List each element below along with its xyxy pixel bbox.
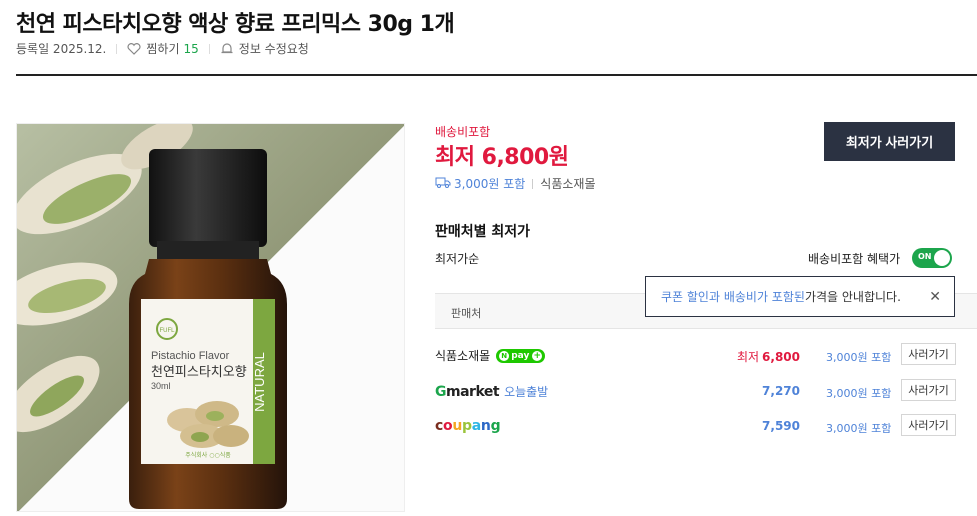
label-side-text: NATURAL (252, 352, 267, 412)
seller-price: 최저 6,800 (737, 348, 800, 365)
label-maker: 주식회사 ○○식품 (185, 451, 231, 459)
coupang-logo: coupang (435, 418, 501, 434)
shipping-benefit-label: 배송비포함 혜택가 (808, 252, 901, 266)
price-value: 7,270 (762, 384, 800, 398)
label-brand: FUFL (160, 328, 176, 334)
sellers-section-title: 판매처별 최저가 (435, 224, 531, 240)
lowest-tag: 최저 (736, 350, 760, 364)
seller-row[interactable]: coupang coupang 7,590 3,000원 포함 사러가기 (435, 414, 977, 440)
product-image: NATURAL FUFL Pistachio Flavor 천연피스타치오향 3… (16, 123, 405, 512)
gmarket-logo: Gmarket (435, 383, 500, 400)
seller-column-header: 판매처 (451, 307, 482, 320)
seller-row[interactable]: Gmarket 오늘출발 7,270 3,000원 포함 사러가기 (435, 379, 977, 405)
npay-text: pay (511, 350, 530, 361)
toggle-state: ON (918, 252, 932, 261)
tooltip-text: 가격을 안내합니다. (804, 290, 901, 304)
go-buy-button[interactable]: 사러가기 (901, 414, 956, 436)
mall-name[interactable]: 식품소재몰 (540, 175, 595, 192)
bell-icon[interactable] (220, 42, 234, 55)
registered-date: 등록일 2025.12. (16, 42, 107, 56)
label-flavor-en: Pistachio Flavor (151, 350, 230, 362)
header-divider (16, 74, 977, 76)
label-volume: 30ml (151, 381, 171, 391)
lowest-price: 최저 6,800원 (435, 145, 569, 170)
delivery-tag: 오늘출발 (504, 385, 549, 399)
sort-lowest[interactable]: 최저가순 (435, 250, 479, 267)
product-title: 천연 피스타치오향 액상 향료 프리믹스 30g 1개 (16, 12, 455, 37)
gmarket-g: G (435, 383, 447, 400)
close-icon[interactable]: ✕ (929, 289, 941, 305)
shipping-included-note: 배송비포함 (435, 125, 491, 139)
wish-count: 15 (183, 41, 199, 56)
seller-row[interactable]: 식품소재몰 Npay + 최저 6,800 3,000원 포함 사러가기 (435, 343, 977, 369)
seller-label: 식품소재몰 (435, 349, 491, 363)
buy-lowest-button[interactable]: 최저가 사러가기 (824, 122, 955, 161)
price-value: 6,800 (762, 350, 800, 364)
seller-shipping-fee: 3,000원 포함 (826, 387, 892, 400)
seller-price: 7,590 (762, 419, 800, 433)
heart-icon[interactable] (127, 42, 141, 55)
divider (208, 43, 210, 54)
seller-name[interactable]: Gmarket 오늘출발 (435, 383, 548, 400)
tooltip-highlight: 쿠폰 할인과 배송비가 포함된 (661, 290, 805, 304)
label-flavor-ko: 천연피스타치오향 (151, 365, 247, 380)
npay-badge: Npay + (496, 348, 546, 363)
seller-price: 7,270 (762, 384, 800, 398)
report-button[interactable]: 정보 수정요청 (239, 40, 309, 57)
truck-icon (435, 177, 451, 191)
product-meta: 등록일 2025.12. 찜하기 15 정보 수정요청 (16, 40, 309, 57)
price-tooltip: 쿠폰 할인과 배송비가 포함된 가격을 안내합니다. ✕ (645, 276, 955, 317)
wish-button[interactable]: 찜하기 (146, 40, 179, 57)
divider (532, 178, 534, 189)
shipping-benefit-toggle[interactable]: ON (912, 248, 952, 268)
shipping-info: 3,000원 포함 식품소재몰 (435, 175, 596, 192)
shipping-fee: 3,000원 포함 (454, 177, 526, 191)
divider (116, 43, 118, 54)
toggle-knob (934, 250, 950, 266)
seller-name[interactable]: coupang coupang (435, 418, 501, 434)
seller-name[interactable]: 식품소재몰 Npay + (435, 347, 546, 364)
go-buy-button[interactable]: 사러가기 (901, 379, 956, 401)
price-value: 7,590 (762, 419, 800, 433)
go-buy-button[interactable]: 사러가기 (901, 343, 956, 365)
seller-shipping-fee: 3,000원 포함 (826, 422, 892, 435)
gmarket-text: market (446, 383, 500, 400)
seller-shipping-fee: 3,000원 포함 (826, 351, 892, 364)
